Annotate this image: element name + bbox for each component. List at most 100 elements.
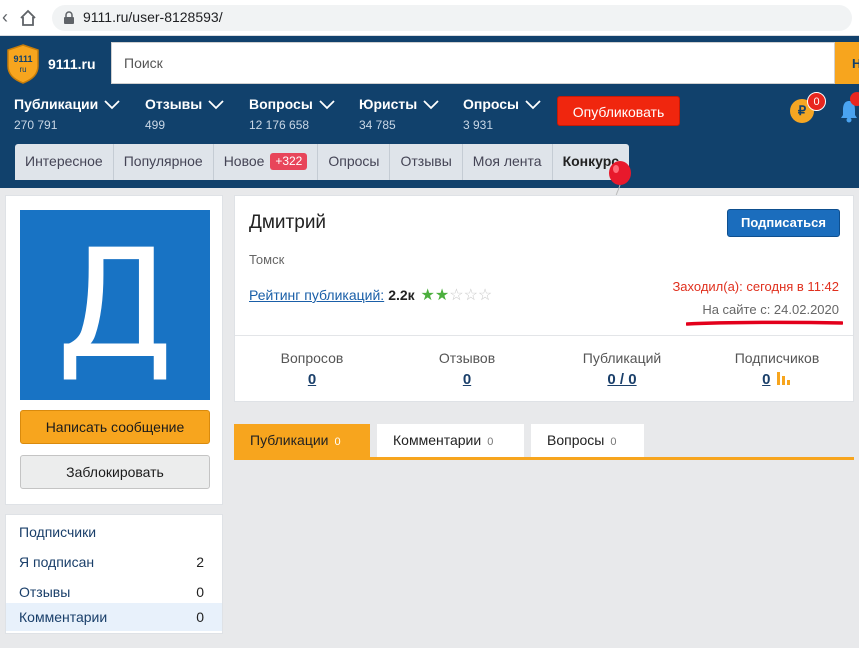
stat-publications: Публикаций 0 / 0 xyxy=(547,350,697,389)
menu-item-label: Комментарии xyxy=(19,609,108,625)
rating-link[interactable]: Рейтинг публикаций: xyxy=(249,287,384,303)
rating-value: 2.2к xyxy=(388,287,415,303)
menu-item-reviews[interactable]: Отзывы 0 xyxy=(6,578,222,606)
url-field[interactable]: 9111.ru/user-8128593/ xyxy=(52,5,852,31)
tab-new-label: Новое xyxy=(223,153,265,169)
stat-label: Вопросов xyxy=(280,350,344,366)
nav-label: Публикации xyxy=(14,96,99,112)
stat-label: Отзывов xyxy=(438,350,496,366)
back-arrow-icon[interactable]: ‹ xyxy=(2,8,16,26)
nav-label: Вопросы xyxy=(249,96,313,112)
last-visit: Заходил(а): сегодня в 11:42 xyxy=(672,279,839,294)
stat-value[interactable]: 0 xyxy=(762,371,770,388)
stat-label: Подписчиков xyxy=(734,350,820,366)
shield-logo-icon[interactable]: 9111 ru xyxy=(6,44,40,84)
nav-count: 3 931 xyxy=(463,118,494,132)
search-placeholder: Поиск xyxy=(124,55,163,71)
chevron-down-icon xyxy=(208,100,224,110)
star-empty-icon: ☆ xyxy=(463,287,478,304)
home-icon[interactable] xyxy=(18,8,38,28)
tab-label: Комментарии xyxy=(393,432,482,448)
nav-label: Отзывы xyxy=(145,96,203,112)
rating-stars: ★★☆☆☆ xyxy=(421,287,493,304)
nav-polls[interactable]: Опросы 3 931 xyxy=(463,96,541,132)
chevron-down-icon xyxy=(104,100,120,110)
browser-address-bar: ‹ 9111.ru/user-8128593/ xyxy=(0,0,859,36)
star-empty-icon: ☆ xyxy=(477,287,493,304)
menu-item-count: 2 xyxy=(196,554,204,570)
stat-label: Публикаций xyxy=(582,350,662,366)
red-underline-annotation xyxy=(686,320,843,326)
tab-polls[interactable]: Опросы xyxy=(318,144,391,180)
avatar: Д xyxy=(20,210,210,400)
stat-value[interactable]: 0 / 0 xyxy=(607,371,636,388)
write-message-button[interactable]: Написать сообщение xyxy=(20,410,210,444)
tab-my-feed[interactable]: Моя лента xyxy=(463,144,553,180)
menu-item-subscribed[interactable]: Я подписан 2 xyxy=(6,548,222,576)
nav-count: 270 791 xyxy=(14,118,58,132)
tab-count: 0 xyxy=(610,436,617,448)
bar-chart-icon[interactable] xyxy=(776,371,792,385)
tab-count: 0 xyxy=(487,436,494,448)
tab-questions[interactable]: Вопросы 0 xyxy=(531,424,644,457)
member-since: На сайте с: 24.02.2020 xyxy=(702,302,839,317)
tab-new[interactable]: Новое +322 xyxy=(214,144,319,180)
menu-item-label: Отзывы xyxy=(19,584,71,600)
stat-reviews: Отзывов 0 xyxy=(392,350,542,389)
star-filled-icon: ★ xyxy=(434,287,450,304)
tab-count: 0 xyxy=(334,436,341,448)
menu-item-count: 0 xyxy=(196,609,204,625)
tab-interesting[interactable]: Интересное xyxy=(15,144,114,180)
stat-value[interactable]: 0 xyxy=(308,371,316,388)
rating: Рейтинг публикаций: 2.2к ★★☆☆☆ xyxy=(249,285,492,305)
svg-text:9111: 9111 xyxy=(13,54,32,64)
chevron-down-icon xyxy=(319,100,335,110)
tab-publications[interactable]: Публикации 0 xyxy=(234,424,370,457)
nav-count: 12 176 658 xyxy=(249,118,310,132)
nav-label: Опросы xyxy=(463,96,520,112)
nav-questions[interactable]: Вопросы 12 176 658 xyxy=(249,96,335,132)
subscribe-button[interactable]: Подписаться xyxy=(727,209,840,237)
chevron-down-icon xyxy=(525,100,541,110)
star-filled-icon: ★ xyxy=(420,287,435,304)
chevron-down-icon xyxy=(423,100,439,110)
nav-count: 34 785 xyxy=(359,118,396,132)
tab-comments[interactable]: Комментарии 0 xyxy=(377,424,524,457)
user-name: Дмитрий xyxy=(249,212,327,233)
stat-questions: Вопросов 0 xyxy=(237,350,387,389)
nav-count: 499 xyxy=(145,118,166,132)
star-empty-icon: ☆ xyxy=(449,287,464,304)
menu-item-comments[interactable]: Комментарии 0 xyxy=(6,603,222,631)
search-button[interactable]: Н xyxy=(835,42,859,84)
user-card: Д Написать сообщение Заблокировать xyxy=(5,195,223,505)
notification-badge xyxy=(850,92,859,106)
site-header: 9111 ru 9111.ru Поиск Н Публикации 270 7… xyxy=(0,36,859,205)
tab-popular[interactable]: Популярное xyxy=(114,144,214,180)
section-tabs: Интересное Популярное Новое +322 Опросы … xyxy=(15,144,630,180)
site-name[interactable]: 9111.ru xyxy=(48,56,96,72)
divider xyxy=(235,335,853,336)
coin-badge: 0 xyxy=(807,92,826,111)
stat-value[interactable]: 0 xyxy=(463,371,471,388)
tab-label: Вопросы xyxy=(547,432,605,448)
menu-item-count: 0 xyxy=(196,584,204,600)
menu-item-subscribers[interactable]: Подписчики xyxy=(6,518,222,546)
tab-reviews[interactable]: Отзывы xyxy=(390,144,463,180)
profile-card: Дмитрий Томск Рейтинг публикаций: 2.2к ★★… xyxy=(234,195,854,402)
stat-subscribers: Подписчиков 0 xyxy=(702,350,852,389)
new-count-badge: +322 xyxy=(270,153,308,170)
search-input[interactable]: Поиск xyxy=(111,42,835,84)
publish-button[interactable]: Опубликовать xyxy=(557,96,680,126)
block-button[interactable]: Заблокировать xyxy=(20,455,210,489)
menu-item-label: Я подписан xyxy=(19,554,95,570)
tab-label: Публикации xyxy=(250,432,329,448)
content-tabs: Публикации 0 Комментарии 0 Вопросы 0 xyxy=(234,424,854,460)
nav-publications[interactable]: Публикации 270 791 xyxy=(14,96,120,132)
nav-label: Юристы xyxy=(359,96,418,112)
nav-reviews[interactable]: Отзывы 499 xyxy=(145,96,224,132)
lock-icon xyxy=(64,11,74,24)
user-menu: Подписчики Я подписан 2 Отзывы 0 Коммент… xyxy=(5,514,223,634)
nav-lawyers[interactable]: Юристы 34 785 xyxy=(359,96,439,132)
user-city: Томск xyxy=(249,252,285,267)
url-text: 9111.ru/user-8128593/ xyxy=(83,9,223,25)
